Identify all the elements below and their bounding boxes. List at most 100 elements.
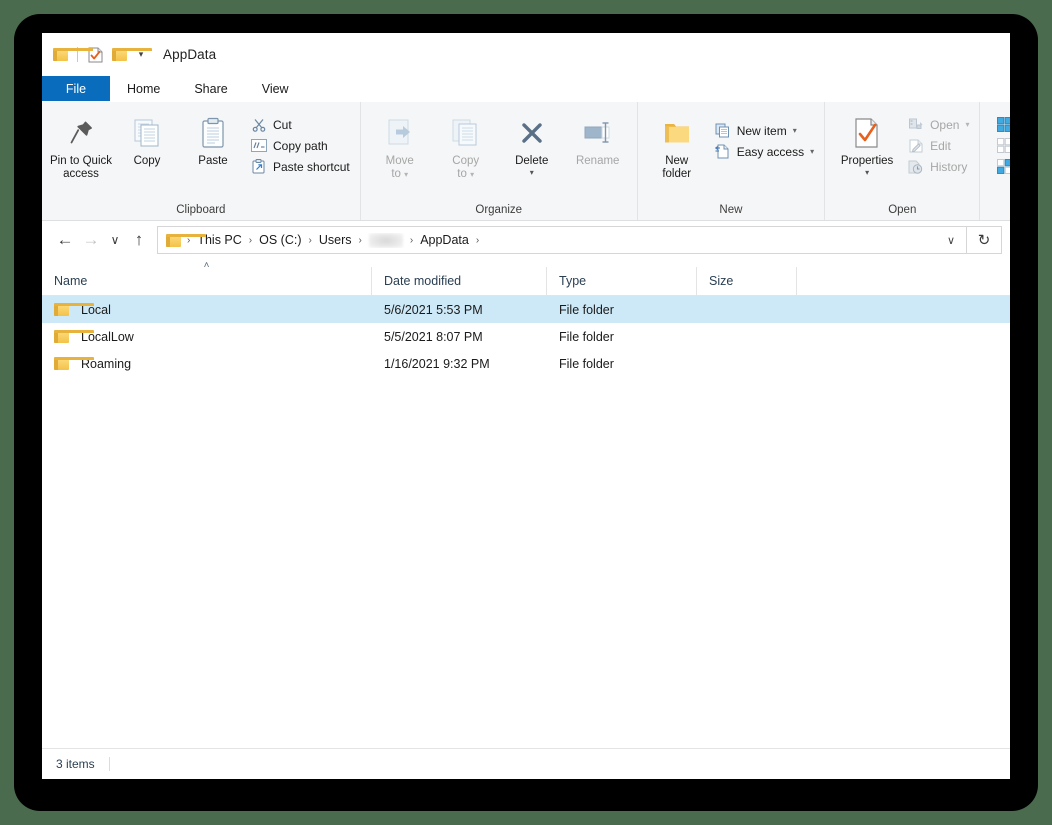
up-button[interactable]: ↑ [126, 227, 152, 253]
new-item-caret[interactable]: ▾ [793, 126, 797, 135]
easy-access-button[interactable]: Easy access ▾ [710, 141, 818, 162]
tab-file[interactable]: File [42, 76, 110, 102]
select-all-button[interactable]: Select all [992, 114, 1010, 135]
title-bar: ▾ AppData [42, 33, 1010, 76]
breadcrumb-separator[interactable]: › [355, 235, 366, 246]
open-caret[interactable]: ▾ [965, 120, 969, 129]
ribbon-tab-strip: File Home Share View [42, 76, 1010, 102]
copy-path-button[interactable]: Copy path [246, 135, 354, 156]
new-folder-icon [660, 113, 694, 153]
new-item-icon [714, 123, 731, 139]
breadcrumb-item-username-redacted[interactable] [369, 233, 403, 248]
delete-caret[interactable]: ▾ [530, 169, 534, 177]
open-icon [907, 117, 924, 133]
file-name-cell: Local [42, 303, 372, 317]
pin-to-quick-access-button[interactable]: Pin to Quick access [48, 110, 114, 181]
copy-to-caret[interactable]: ▾ [470, 170, 474, 179]
address-bar[interactable]: › This PC › OS (C:) › Users › › AppData … [157, 226, 967, 254]
tab-share[interactable]: Share [177, 76, 244, 102]
folder-icon [53, 48, 68, 61]
folder-icon [54, 357, 69, 370]
ribbon-group-label-new: New [638, 204, 824, 220]
file-date-cell: 1/16/2021 9:32 PM [372, 357, 547, 371]
open-button[interactable]: Open ▾ [903, 114, 973, 135]
ribbon-group-label-select: Select [980, 204, 1010, 220]
table-row[interactable]: LocalLow 5/5/2021 8:07 PM File folder [42, 323, 1010, 350]
file-list: Local 5/6/2021 5:53 PM File folder Local… [42, 296, 1010, 377]
table-row[interactable]: Local 5/6/2021 5:53 PM File folder [42, 296, 1010, 323]
copy-icon [130, 113, 164, 153]
move-to-button[interactable]: Move to ▾ [367, 110, 433, 181]
select-none-icon [996, 138, 1010, 154]
column-header-name-label: Name [54, 274, 87, 288]
invert-selection-button[interactable]: Invert selection [992, 156, 1010, 177]
file-type-cell: File folder [547, 303, 697, 317]
pin-to-quick-access-label-line2: access [63, 168, 99, 180]
cut-button[interactable]: Cut [246, 114, 354, 135]
copy-to-button[interactable]: Copy to ▾ [433, 110, 499, 181]
new-folder-button[interactable]: New folder [644, 110, 710, 181]
rename-icon [581, 113, 615, 153]
copy-to-label-line2: to [457, 168, 467, 180]
column-header-date-label: Date modified [384, 274, 461, 288]
quick-access-explorer-icon[interactable] [48, 43, 72, 67]
copy-to-label-line1: Copy [452, 155, 479, 167]
file-date-cell: 5/5/2021 8:07 PM [372, 330, 547, 344]
breadcrumb-item-os-c[interactable]: OS (C:) [256, 233, 304, 247]
folder-icon [54, 330, 69, 343]
ribbon-group-label-clipboard: Clipboard [42, 204, 360, 220]
delete-button[interactable]: Delete ▾ [499, 110, 565, 177]
move-to-caret[interactable]: ▾ [404, 170, 408, 179]
new-item-label: New item [737, 124, 787, 138]
file-explorer-window: ▾ AppData File Home Share View [42, 33, 1010, 779]
edit-label: Edit [930, 139, 951, 153]
paste-label: Paste [198, 155, 227, 167]
back-button[interactable]: ← [52, 227, 78, 253]
open-small-commands: Open ▾ Edit [903, 110, 973, 177]
address-dropdown-button[interactable]: ∨ [938, 234, 964, 247]
paste-shortcut-button[interactable]: Paste shortcut [246, 156, 354, 177]
tab-home[interactable]: Home [110, 76, 177, 102]
easy-access-caret[interactable]: ▾ [810, 147, 814, 156]
status-bar-separator [109, 757, 110, 771]
new-item-button[interactable]: New item ▾ [710, 120, 818, 141]
quick-access-new-folder-button[interactable] [107, 43, 131, 67]
scissors-icon [250, 117, 267, 133]
breadcrumb-separator[interactable]: › [245, 235, 256, 246]
breadcrumb-separator[interactable]: › [406, 235, 417, 246]
rename-button[interactable]: Rename [565, 110, 631, 168]
breadcrumb-separator[interactable]: › [305, 235, 316, 246]
refresh-button[interactable]: ↻ [967, 226, 1002, 254]
forward-button[interactable]: → [78, 227, 104, 253]
navigation-bar: ← → ∨ ↑ › This PC › OS (C:) › Users › › … [42, 221, 1010, 259]
column-header-name[interactable]: ˄ Name [42, 267, 372, 295]
column-header-type[interactable]: Type [547, 267, 697, 295]
paste-button[interactable]: Paste [180, 110, 246, 168]
clipboard-small-commands: Cut [246, 110, 354, 177]
column-header-type-label: Type [559, 274, 586, 288]
new-folder-label-line1: New [665, 155, 688, 167]
column-header-date-modified[interactable]: Date modified [372, 267, 547, 295]
edit-icon [907, 138, 924, 154]
select-all-icon [996, 117, 1010, 133]
move-to-label-line1: Move [386, 155, 414, 167]
recent-locations-button[interactable]: ∨ [104, 227, 126, 253]
breadcrumb-item-users[interactable]: Users [316, 233, 355, 247]
quick-access-customize-caret[interactable]: ▾ [131, 43, 151, 67]
history-button[interactable]: History [903, 156, 973, 177]
tab-view[interactable]: View [245, 76, 306, 102]
properties-icon [853, 113, 881, 153]
column-header-size[interactable]: Size [697, 267, 797, 295]
edit-button[interactable]: Edit [903, 135, 973, 156]
select-none-button[interactable]: Select none [992, 135, 1010, 156]
quick-access-properties-button[interactable] [83, 43, 107, 67]
table-row[interactable]: Roaming 1/16/2021 9:32 PM File folder [42, 350, 1010, 377]
copy-label: Copy [134, 155, 161, 167]
copy-path-icon [250, 138, 267, 154]
properties-caret[interactable]: ▾ [865, 169, 869, 177]
properties-button[interactable]: Properties ▾ [831, 110, 903, 177]
breadcrumb-item-appdata[interactable]: AppData [417, 233, 472, 247]
breadcrumb-separator[interactable]: › [472, 235, 483, 246]
copy-button[interactable]: Copy [114, 110, 180, 168]
pin-to-quick-access-label-line1: Pin to Quick [50, 155, 112, 167]
